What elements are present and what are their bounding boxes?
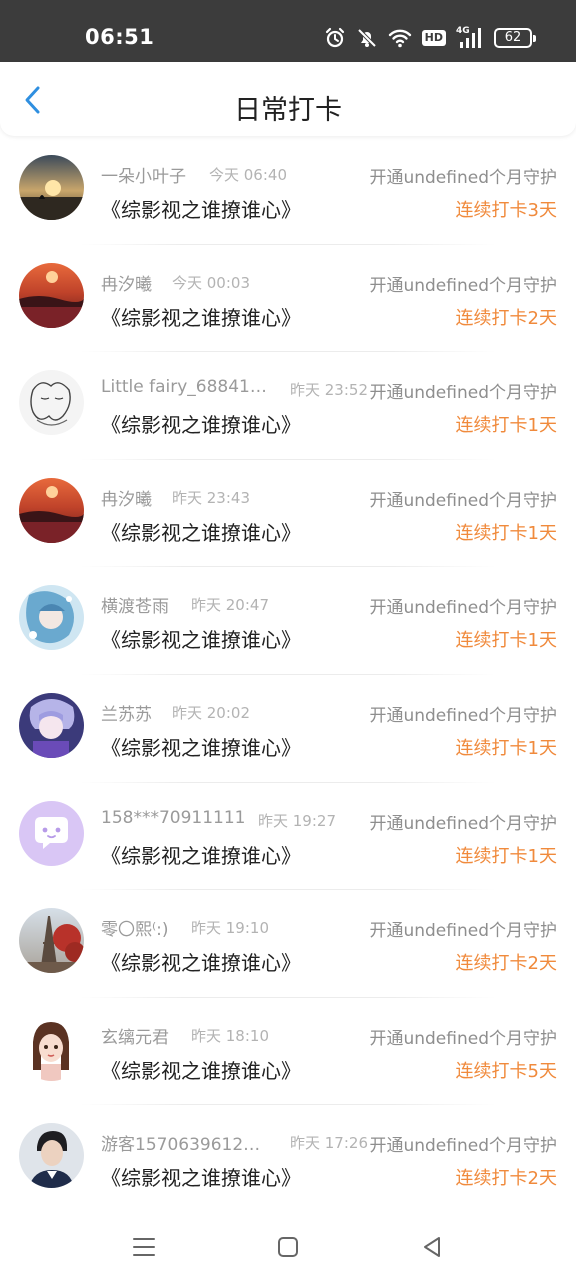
menu-button[interactable] (130, 1233, 158, 1261)
list-item[interactable]: 一朵小叶子 今天 06:40 《综影视之谁撩谁心》 开通undefined个月守… (0, 137, 576, 245)
menu-icon (133, 1238, 155, 1256)
list-item[interactable]: Little fairy_688411... 昨天 23:52 《综影视之谁撩谁… (0, 352, 576, 460)
checkin-time: 昨天 23:52 (290, 381, 368, 400)
checkin-time: 昨天 20:47 (191, 596, 269, 615)
streak-text: 连续打卡2天 (455, 1168, 557, 1190)
username: 横渡苍雨 (101, 597, 169, 618)
cartoon-girl-avatar[interactable] (19, 1015, 84, 1081)
home-square-icon (278, 1237, 298, 1257)
streak-text: 连续打卡1天 (455, 630, 557, 652)
checkin-time: 昨天 23:43 (172, 488, 250, 507)
hd-icon: HD (421, 30, 446, 46)
checkin-time: 昨天 19:10 (191, 919, 269, 938)
username: 一朵小叶子 (101, 167, 186, 187)
eiffel-tower-avatar[interactable] (19, 908, 84, 974)
list-item[interactable]: 冉汐曦 昨天 23:43 《综影视之谁撩谁心》 开通undefined个月守护 … (0, 460, 576, 568)
streak-text: 连续打卡2天 (455, 307, 557, 329)
username: 零〇熙⁽:) (101, 920, 169, 941)
streak-text: 连续打卡3天 (455, 200, 557, 221)
system-nav-bar (0, 1215, 576, 1280)
guard-text: 开通undefined个月守护 (369, 1136, 557, 1157)
username: Little fairy_688411... (101, 377, 269, 398)
list-item[interactable]: 零〇熙⁽:) 昨天 19:10 《综影视之谁撩谁心》 开通undefined个月… (0, 890, 576, 998)
book-title: 《综影视之谁撩谁心》 (101, 951, 301, 976)
back-triangle-icon (424, 1237, 440, 1257)
alarm-icon (324, 27, 346, 49)
username: 玄缡元君 (101, 1027, 169, 1048)
anime-purple-avatar[interactable] (19, 692, 84, 758)
username: 兰苏苏 (101, 704, 152, 725)
book-title: 《综影视之谁撩谁心》 (101, 198, 301, 222)
guard-text: 开通undefined个月守护 (369, 705, 557, 726)
streak-text: 连续打卡5天 (455, 1060, 557, 1082)
username: 冉汐曦 (101, 274, 152, 295)
book-title: 《综影视之谁撩谁心》 (101, 735, 301, 760)
status-time: 06:51 (85, 25, 155, 49)
mute-bell-icon (356, 27, 378, 49)
book-title: 《综影视之谁撩谁心》 (101, 1166, 301, 1191)
list-item[interactable]: 兰苏苏 昨天 20:02 《综影视之谁撩谁心》 开通undefined个月守护 … (0, 675, 576, 783)
guard-text: 开通undefined个月守护 (369, 598, 557, 619)
guard-text: 开通undefined个月守护 (369, 921, 557, 942)
username: 158***70911111 (101, 807, 246, 828)
checkin-list: 一朵小叶子 今天 06:40 《综影视之谁撩谁心》 开通undefined个月守… (0, 137, 576, 1213)
man-portrait-avatar[interactable] (19, 1123, 84, 1189)
checkin-time: 昨天 18:10 (191, 1026, 269, 1045)
guard-text: 开通undefined个月守护 (369, 813, 557, 834)
book-title: 《综影视之谁撩谁心》 (101, 413, 301, 438)
sketch-couple-avatar[interactable] (19, 370, 84, 436)
checkin-time: 今天 00:03 (172, 273, 250, 292)
list-item[interactable]: 横渡苍雨 昨天 20:47 《综影视之谁撩谁心》 开通undefined个月守护… (0, 567, 576, 675)
list-item[interactable]: 158***70911111 昨天 19:27 《综影视之谁撩谁心》 开通und… (0, 783, 576, 891)
battery-icon: 62 (494, 28, 536, 48)
book-title: 《综影视之谁撩谁心》 (101, 628, 301, 653)
streak-text: 连续打卡1天 (455, 737, 557, 759)
anime-blue-avatar[interactable] (19, 585, 84, 651)
book-title: 《综影视之谁撩谁心》 (101, 1058, 301, 1083)
signal-4g-icon: 4G (456, 26, 484, 49)
username: 游客15706396121... (101, 1135, 269, 1156)
streak-text: 连续打卡1天 (455, 415, 557, 437)
default-chat-avatar[interactable] (19, 800, 84, 866)
username: 冉汐曦 (101, 489, 152, 510)
wifi-icon (388, 27, 412, 49)
list-item[interactable]: 玄缡元君 昨天 18:10 《综影视之谁撩谁心》 开通undefined个月守护… (0, 998, 576, 1106)
status-bar: 06:51 HD 4G 62 (0, 0, 576, 62)
red-sunset-avatar[interactable] (19, 262, 84, 328)
list-item[interactable]: 游客15706396121... 昨天 17:26 《综影视之谁撩谁心》 开通u… (0, 1105, 576, 1213)
back-nav-button[interactable] (418, 1233, 446, 1261)
streak-text: 连续打卡1天 (455, 522, 557, 544)
guard-text: 开通undefined个月守护 (369, 383, 557, 404)
checkin-time: 昨天 19:27 (258, 811, 336, 830)
streak-text: 连续打卡2天 (455, 953, 557, 975)
guard-text: 开通undefined个月守护 (369, 275, 557, 296)
red-sunset-avatar[interactable] (19, 477, 84, 543)
book-title: 《综影视之谁撩谁心》 (101, 843, 301, 868)
streak-text: 连续打卡1天 (455, 845, 557, 867)
home-button[interactable] (274, 1233, 302, 1261)
checkin-time: 昨天 20:02 (172, 703, 250, 722)
book-title: 《综影视之谁撩谁心》 (101, 520, 301, 545)
guard-text: 开通undefined个月守护 (369, 168, 557, 188)
checkin-time: 昨天 17:26 (290, 1134, 368, 1153)
page-title: 日常打卡 (234, 95, 342, 126)
book-title: 《综影视之谁撩谁心》 (101, 305, 301, 330)
status-icons: HD 4G 62 (324, 24, 536, 52)
sunset-silhouette-avatar[interactable] (19, 155, 84, 220)
page-header: 日常打卡 (0, 62, 576, 136)
list-item[interactable]: 冉汐曦 今天 00:03 《综影视之谁撩谁心》 开通undefined个月守护 … (0, 245, 576, 353)
guard-text: 开通undefined个月守护 (369, 490, 557, 511)
checkin-time: 今天 06:40 (209, 166, 287, 184)
guard-text: 开通undefined个月守护 (369, 1028, 557, 1049)
